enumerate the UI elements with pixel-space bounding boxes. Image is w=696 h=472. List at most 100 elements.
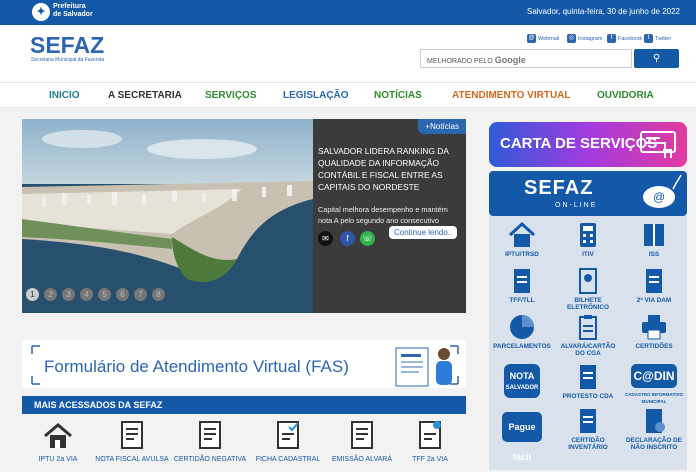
search-button[interactable]: ⚲ [634, 49, 679, 68]
news-headline[interactable]: SALVADOR LIDERA RANKING DA QUALIDADE DA … [318, 145, 463, 193]
quick-link-iptu[interactable]: IPTU 2a VIA [20, 418, 96, 463]
service-parcelamentos[interactable]: PARCELAMENTOS [490, 314, 554, 350]
service-label: PARCELAMENTOS [493, 343, 551, 350]
service-protesto-cda[interactable]: PROTESTO CDA [556, 364, 620, 400]
quick-link-certidao-negativa[interactable]: CERTIDÃO NEGATIVA [172, 418, 248, 463]
sefaz-logo[interactable]: SEFAZ [30, 32, 104, 59]
city-aerial-image [22, 119, 313, 313]
nav-servicos[interactable]: SERVIÇOS [205, 90, 257, 101]
ticket-icon [579, 268, 597, 294]
nav-legislacao[interactable]: LEGISLAÇÃO [283, 90, 349, 101]
document-check-icon [277, 421, 299, 449]
nav-inicio[interactable]: INICIO [49, 90, 80, 101]
service-label: NÃO INSCRITO [630, 444, 678, 451]
printer-icon [642, 315, 666, 340]
prefeitura-name[interactable]: Prefeitura de Salvador [53, 3, 113, 19]
service-label: ITIV [582, 251, 594, 258]
service-itiv[interactable]: ITIV [556, 222, 620, 258]
service-pague-facil[interactable]: Pague fácil [490, 412, 554, 462]
header: SEFAZ Secretaria Municipal da Fazenda @ W… [0, 25, 696, 82]
document-icon [199, 421, 221, 449]
nav-secretaria[interactable]: A SECRETARIA [108, 90, 182, 101]
service-bilhete[interactable]: BILHETE ELETRÔNICO [556, 268, 620, 311]
twitter-link[interactable]: t Twitter [644, 34, 671, 43]
sefaz-online-banner[interactable]: SEFAZ ON-LINE @ [489, 171, 687, 216]
carousel-dot[interactable]: 7 [134, 288, 147, 301]
carta-de-servicos-banner[interactable]: CARTA DE SERVIÇOS [489, 122, 687, 167]
document-person-icon [395, 347, 452, 387]
carousel-dot[interactable]: 1 [26, 288, 39, 301]
clipboard-icon [579, 315, 597, 340]
current-date: Salvador, quinta-feira, 30 de junho de 2… [526, 7, 680, 16]
carousel-dot[interactable]: 8 [152, 288, 165, 301]
service-label: DO CGA [575, 350, 601, 357]
more-news-tag[interactable]: +Notícias [418, 119, 466, 134]
carousel-dot[interactable]: 2 [44, 288, 57, 301]
house-icon [508, 222, 536, 247]
quick-link-tff[interactable]: TFF 2a VIA [392, 418, 468, 463]
search-input[interactable]: MELHORADO PELO Google [420, 49, 632, 68]
document-icon [351, 421, 373, 449]
service-certidao-inventario[interactable]: CERTIDÃO INVENTÁRIO [556, 408, 620, 451]
news-photo[interactable] [22, 119, 313, 313]
nav-noticias[interactable]: NOTÍCIAS [374, 90, 422, 101]
facebook-share-icon[interactable]: f [340, 231, 355, 246]
search-icon: ⚲ [652, 53, 661, 64]
quick-link-emissao-alvara[interactable]: EMISSÃO ALVARÁ [324, 418, 400, 463]
online-subtitle: ON-LINE [555, 202, 598, 209]
quick-link-nota-fiscal[interactable]: NOTA FISCAL AVULSA [94, 418, 170, 463]
service-label: BILHETE [574, 297, 602, 304]
webmail-icon: @ [527, 34, 536, 43]
email-share-icon[interactable]: ✉ [318, 231, 333, 246]
service-label: IPTU/TRSD [505, 251, 539, 258]
instagram-icon: ◎ [567, 34, 576, 43]
service-label: CADASTRO INFORMATIVO MUNICIPAL [625, 392, 683, 404]
continue-reading-button[interactable]: Continue lendo.. [389, 226, 458, 239]
fas-title: Formulário de Atendimento Virtual (FAS) [44, 357, 349, 376]
service-nota-salvador[interactable]: NOTA SALVADOR [490, 364, 554, 398]
service-dam[interactable]: 2ª VIA DAM [622, 268, 686, 304]
document-icon [514, 269, 530, 293]
document-search-icon [646, 409, 665, 433]
service-label: DECLARAÇÃO DE [625, 437, 683, 444]
service-certidoes[interactable]: CERTIDÕES [622, 314, 686, 350]
services-panel: IPTU/TRSD ITIV ISS TFF/TLL BILHETE ELETRÔ… [489, 216, 687, 470]
calculator-icon [580, 223, 596, 247]
pie-chart-icon [510, 315, 534, 339]
service-declaracao[interactable]: DECLARAÇÃO DE NÃO INSCRITO [622, 408, 686, 451]
instagram-link[interactable]: ◎ Instagram [567, 34, 602, 43]
nota-salvador-logo: NOTA SALVADOR [504, 364, 540, 398]
book-icon [644, 224, 664, 246]
service-iss[interactable]: ISS [622, 222, 686, 258]
service-tff[interactable]: TFF/TLL [490, 268, 554, 304]
news-caption-panel: +Notícias SALVADOR LIDERA RANKING DA QUA… [313, 119, 466, 313]
news-carousel: +Notícias SALVADOR LIDERA RANKING DA QUA… [22, 119, 466, 313]
whatsapp-share-icon[interactable]: ☏ [360, 231, 375, 246]
main-nav: INICIO A SECRETARIA SERVIÇOS LEGISLAÇÃO … [0, 82, 696, 108]
carousel-pagination: 1 2 3 4 5 6 7 8 [26, 288, 165, 301]
online-title: SEFAZ [524, 177, 594, 199]
carousel-dot[interactable]: 4 [80, 288, 93, 301]
quick-link-ficha-cadastral[interactable]: FICHA CADASTRAL [250, 418, 326, 463]
carousel-dot[interactable]: 5 [98, 288, 111, 301]
service-label: INVENTÁRIO [568, 444, 608, 451]
prefeitura-logo-icon[interactable]: ✦ [32, 3, 50, 21]
document-icon [646, 269, 662, 293]
service-label: TFF/TLL [509, 297, 535, 304]
carousel-dot[interactable]: 3 [62, 288, 75, 301]
carousel-dot[interactable]: 6 [116, 288, 129, 301]
touchscreen-icon [640, 131, 676, 158]
facebook-link[interactable]: f Facebook [607, 34, 642, 43]
nav-atendimento-virtual[interactable]: ATENDIMENTO VIRTUAL [452, 90, 571, 101]
fas-banner[interactable]: Formulário de Atendimento Virtual (FAS) [22, 340, 466, 388]
facebook-icon: f [607, 34, 616, 43]
service-iptu[interactable]: IPTU/TRSD [490, 222, 554, 258]
service-label: 2ª VIA DAM [636, 297, 672, 304]
svg-text:@: @ [653, 190, 665, 204]
nav-ouvidoria[interactable]: OUVIDORIA [597, 90, 654, 101]
carta-title: CARTA DE SERVIÇOS [500, 135, 658, 152]
service-cadin[interactable]: C@DIN CADASTRO INFORMATIVO MUNICIPAL [622, 364, 686, 405]
webmail-link[interactable]: @ Webmail [527, 34, 559, 43]
service-alvara[interactable]: ALVARÁ/CARTÃO DO CGA [556, 314, 620, 357]
twitter-icon: t [644, 34, 653, 43]
